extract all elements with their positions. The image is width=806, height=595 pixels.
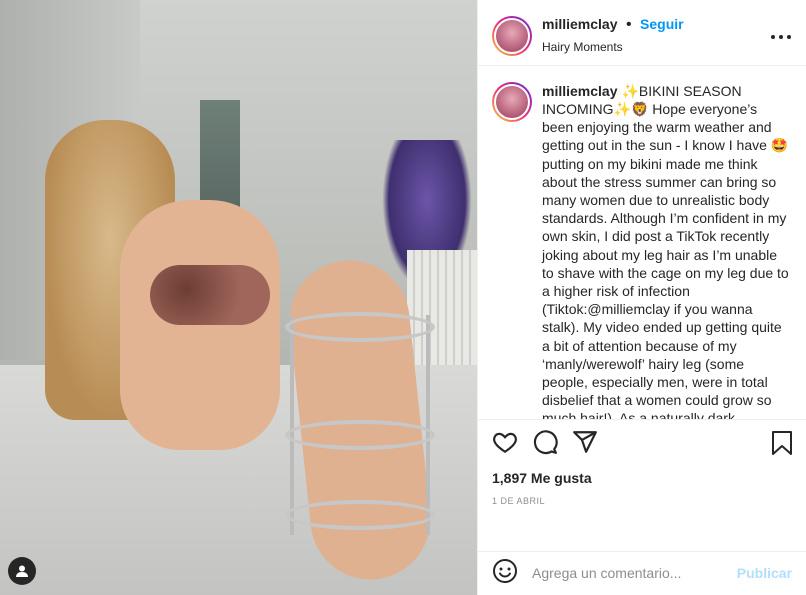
caption-text-block: milliemclay ✨BIKINI SEASON INCOMING✨🦁 Hop… (542, 82, 792, 419)
caption-area: milliemclay ✨BIKINI SEASON INCOMING✨🦁 Hop… (478, 66, 806, 419)
post-actions: 1,897 Me gusta 1 DE ABRIL (478, 419, 806, 551)
post-header: milliemclay • Seguir Hairy Moments (478, 0, 806, 66)
share-icon[interactable] (572, 429, 598, 460)
post-date: 1 DE ABRIL (492, 496, 546, 507)
avatar[interactable] (492, 16, 532, 56)
emoji-icon[interactable] (492, 558, 518, 589)
header-separator: • (625, 16, 632, 33)
caption-text: ✨BIKINI SEASON INCOMING✨🦁 Hope everyone’… (542, 82, 789, 420)
more-horizontal-icon[interactable] (770, 24, 792, 45)
photo-cage-ring (285, 500, 435, 530)
post-viewer: milliemclay • Seguir Hairy Moments milli… (0, 0, 806, 595)
header-username[interactable]: milliemclay (542, 16, 618, 32)
post-side-panel: milliemclay • Seguir Hairy Moments milli… (477, 0, 806, 595)
publish-button[interactable]: Publicar (737, 565, 792, 581)
photo-torso (120, 200, 280, 450)
bookmark-icon[interactable] (770, 430, 794, 461)
comment-bar: Publicar (478, 550, 806, 595)
user-tag-icon[interactable] (8, 557, 36, 585)
location-link[interactable]: Hairy Moments (542, 40, 684, 54)
caption-avatar[interactable] (492, 81, 532, 122)
comment-icon[interactable] (532, 429, 558, 460)
photo-cage-ring (285, 420, 435, 450)
heart-icon[interactable] (492, 429, 518, 460)
follow-button[interactable]: Seguir (640, 16, 684, 32)
post-photo[interactable] (0, 0, 477, 595)
photo-cage-ring (285, 312, 435, 342)
comment-input[interactable] (532, 565, 737, 582)
photo-bikini (150, 265, 270, 325)
like-count[interactable]: 1,897 Me gusta (492, 470, 792, 486)
caption-username[interactable]: milliemclay (542, 83, 618, 99)
